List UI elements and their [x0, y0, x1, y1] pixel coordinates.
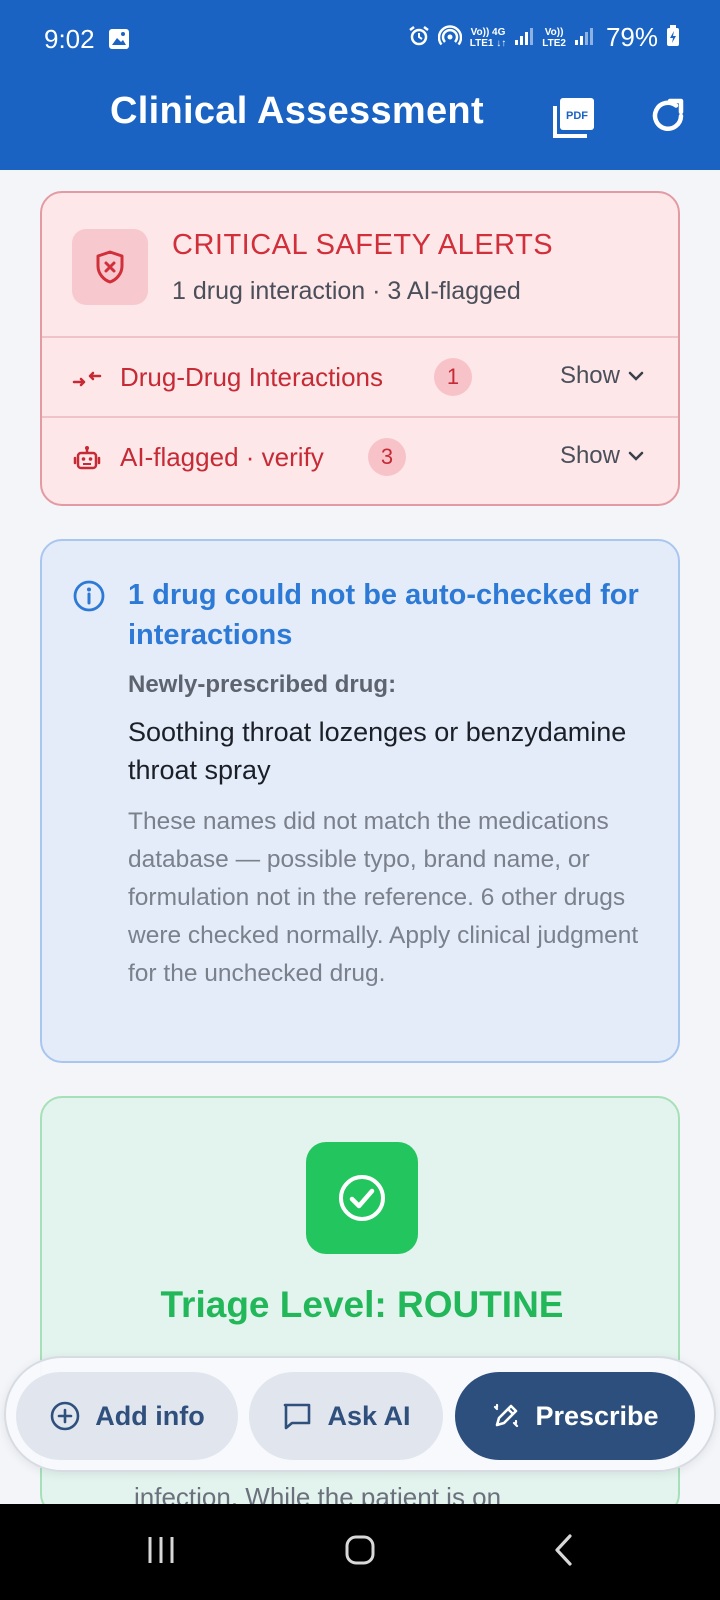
critical-alerts-card: CRITICAL SAFETY ALERTS 1 drug interactio…: [40, 191, 680, 506]
bottom-action-bar: Add info Ask AI Prescribe: [4, 1356, 716, 1472]
sim1-network: Vo)) 4G LTE1 ↓↑: [469, 26, 507, 49]
alarm-icon: [408, 25, 430, 50]
ai-flagged-label: AI-flagged · verify: [120, 442, 324, 472]
show-label: Show: [559, 442, 620, 469]
sim2-network: Vo)) LTE2: [542, 26, 566, 49]
add-info-label: Add info: [95, 1400, 205, 1431]
refresh-button[interactable]: [648, 96, 688, 136]
alerts-title: CRITICAL SAFETY ALERTS: [172, 229, 554, 261]
page-title: Clinical Assessment: [110, 90, 484, 132]
status-icons: Vo)) 4G LTE1 ↓↑ Vo)) LTE2 79%: [408, 22, 680, 53]
ai-flagged-row[interactable]: AI-flagged · verify 3 Show: [42, 418, 678, 498]
status-bar: 9:02 Vo)) 4G LTE1 ↓↑ Vo)) LTE2 79%: [0, 0, 720, 80]
pen-sparkle-icon: [494, 1403, 519, 1428]
ai-flagged-count: 3: [368, 438, 406, 476]
info-icon: [72, 579, 106, 618]
app-header: 9:02 Vo)) 4G LTE1 ↓↑ Vo)) LTE2 79% Clini…: [0, 0, 720, 170]
hotspot-icon: [437, 25, 462, 50]
recent-apps-icon[interactable]: [145, 1534, 177, 1571]
ask-ai-button[interactable]: Ask AI: [249, 1372, 443, 1460]
ai-flagged-show-toggle[interactable]: Show: [560, 442, 644, 470]
unchecked-drug-description: These names did not match the medication…: [128, 808, 639, 987]
drug-interactions-count: 1: [434, 358, 472, 396]
signal-icon-1: [514, 26, 534, 49]
ask-ai-label: Ask AI: [327, 1400, 411, 1431]
robot-icon: [72, 444, 102, 474]
chevron-down-icon: [628, 371, 644, 381]
pdf-label: PDF: [566, 110, 588, 122]
new-drug-name: Soothing throat lozenges or benzydamine …: [128, 717, 627, 785]
battery-charging-icon: [666, 25, 680, 50]
system-navigation-bar: [0, 1504, 720, 1600]
triage-level: Triage Level: ROUTINE: [160, 1284, 564, 1325]
gallery-notification-icon: [108, 28, 130, 55]
drug-interactions-label: Drug-Drug Interactions: [120, 362, 383, 392]
shield-alert-icon: [72, 229, 148, 305]
drug-interactions-show-toggle[interactable]: Show: [560, 362, 644, 390]
add-info-button[interactable]: Add info: [16, 1372, 238, 1460]
home-icon[interactable]: [344, 1534, 376, 1571]
interaction-arrows-icon: [72, 364, 102, 394]
plus-circle-icon: [50, 1401, 80, 1431]
unchecked-drug-card: 1 drug could not be auto-checked for int…: [40, 539, 680, 1063]
chevron-down-icon: [628, 451, 644, 461]
new-drug-label: Newly-prescribed drug:: [128, 671, 397, 698]
pdf-export-button[interactable]: PDF: [553, 96, 597, 140]
prescribe-label: Prescribe: [535, 1400, 659, 1431]
check-circle-icon: [306, 1142, 418, 1254]
signal-icon-2: [574, 26, 594, 49]
battery-percent: 79%: [605, 22, 658, 52]
alerts-header: CRITICAL SAFETY ALERTS 1 drug interactio…: [42, 193, 678, 338]
back-icon[interactable]: [552, 1534, 576, 1571]
alerts-summary: 1 drug interaction · 3 AI-flagged: [172, 277, 521, 305]
prescribe-button[interactable]: Prescribe: [455, 1372, 695, 1460]
chat-bubble-icon: [284, 1403, 311, 1430]
status-time: 9:02: [44, 24, 95, 54]
show-label: Show: [559, 362, 620, 389]
unchecked-drug-title: 1 drug could not be auto-checked for int…: [128, 579, 639, 651]
drug-interactions-row[interactable]: Drug-Drug Interactions 1 Show: [42, 338, 678, 418]
